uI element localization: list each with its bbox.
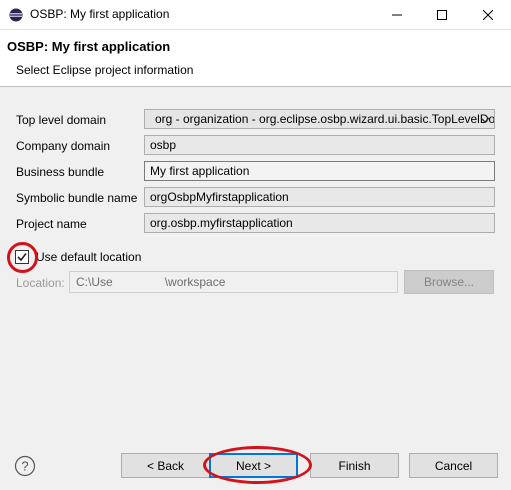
minimize-icon — [392, 14, 402, 16]
finish-button[interactable]: Finish — [310, 453, 399, 478]
location-value-suffix: \workspace — [164, 275, 226, 289]
company-domain-label: Company domain — [16, 139, 111, 153]
business-bundle-label: Business bundle — [16, 165, 105, 179]
location-label: Location: — [16, 276, 65, 290]
maximize-button[interactable] — [419, 0, 465, 30]
wizard-title: OSBP: My first application — [7, 39, 171, 54]
help-button[interactable]: ? — [14, 455, 36, 477]
location-field: C:\Use \workspace — [69, 271, 398, 293]
business-bundle-field[interactable]: My first application — [144, 161, 495, 181]
project-name-label: Project name — [16, 217, 87, 231]
use-default-location-label[interactable]: Use default location — [36, 250, 141, 264]
maximize-icon — [437, 10, 447, 20]
project-name-field[interactable]: org.osbp.myfirstapplication — [144, 213, 495, 233]
close-icon — [483, 10, 493, 20]
highlight-circle — [7, 242, 38, 273]
minimize-button[interactable] — [374, 0, 420, 30]
help-icon: ? — [14, 455, 36, 477]
window-titlebar: OSBP: My first application — [0, 0, 511, 30]
back-button[interactable]: < Back — [121, 453, 210, 478]
window-title: OSBP: My first application — [30, 7, 170, 21]
browse-button: Browse... — [404, 270, 494, 294]
location-value-prefix: C:\Use — [76, 275, 113, 289]
chevron-down-icon — [480, 114, 490, 124]
wizard-description: Select Eclipse project information — [16, 63, 194, 77]
wizard-banner: OSBP: My first application Select Eclips… — [0, 30, 511, 87]
highlight-circle — [203, 446, 312, 484]
close-button[interactable] — [465, 0, 511, 30]
top-level-domain-label: Top level domain — [16, 113, 107, 127]
top-level-domain-select[interactable]: org - organization - org.eclipse.osbp.wi… — [144, 109, 495, 129]
company-domain-field[interactable]: osbp — [144, 135, 495, 155]
cancel-button[interactable]: Cancel — [409, 453, 498, 478]
symbolic-bundle-name-label: Symbolic bundle name — [16, 191, 138, 205]
footer-divider — [0, 437, 511, 438]
top-level-domain-value: org - organization - org.eclipse.osbp.wi… — [155, 112, 495, 126]
svg-text:?: ? — [21, 459, 28, 474]
symbolic-bundle-name-field[interactable]: orgOsbpMyfirstapplication — [144, 187, 495, 207]
eclipse-icon — [9, 8, 23, 22]
